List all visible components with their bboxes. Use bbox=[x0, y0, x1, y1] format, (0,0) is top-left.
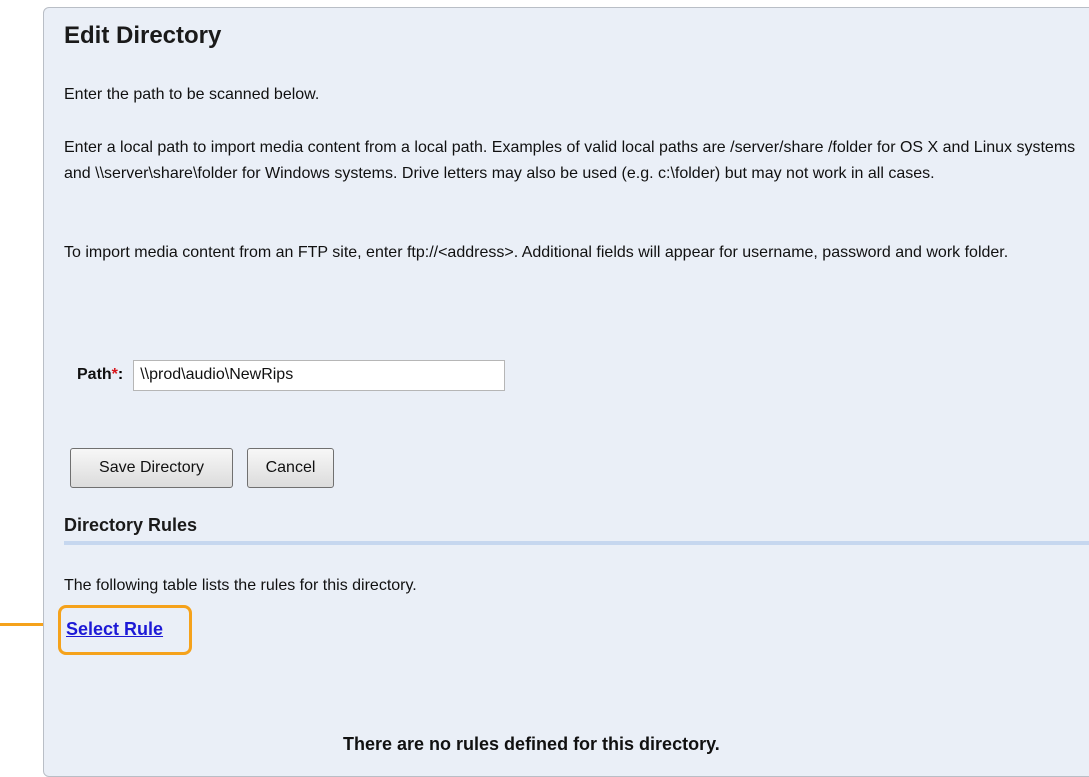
rules-description: The following table lists the rules for … bbox=[64, 577, 417, 594]
path-input[interactable] bbox=[133, 359, 506, 391]
no-rules-message: There are no rules defined for this dire… bbox=[343, 734, 720, 754]
path-label-colon: : bbox=[117, 366, 124, 383]
ftp-help-text: To import media content from an FTP site… bbox=[64, 244, 1009, 261]
section-divider bbox=[64, 541, 1089, 545]
local-path-help-text: Enter a local path to import media conte… bbox=[64, 139, 1076, 182]
cancel-button[interactable]: Cancel bbox=[247, 448, 334, 488]
save-directory-button[interactable]: Save Directory bbox=[70, 448, 233, 488]
page-title: Edit Directory bbox=[64, 22, 222, 49]
select-rule-link[interactable]: Select Rule bbox=[66, 619, 163, 640]
path-field-row: Path * : bbox=[77, 359, 506, 391]
directory-rules-heading: Directory Rules bbox=[64, 515, 198, 535]
intro-text: Enter the path to be scanned below. bbox=[64, 86, 320, 103]
path-label: Path bbox=[77, 366, 112, 383]
edit-directory-panel: Edit Directory Enter the path to be scan… bbox=[43, 7, 1089, 777]
